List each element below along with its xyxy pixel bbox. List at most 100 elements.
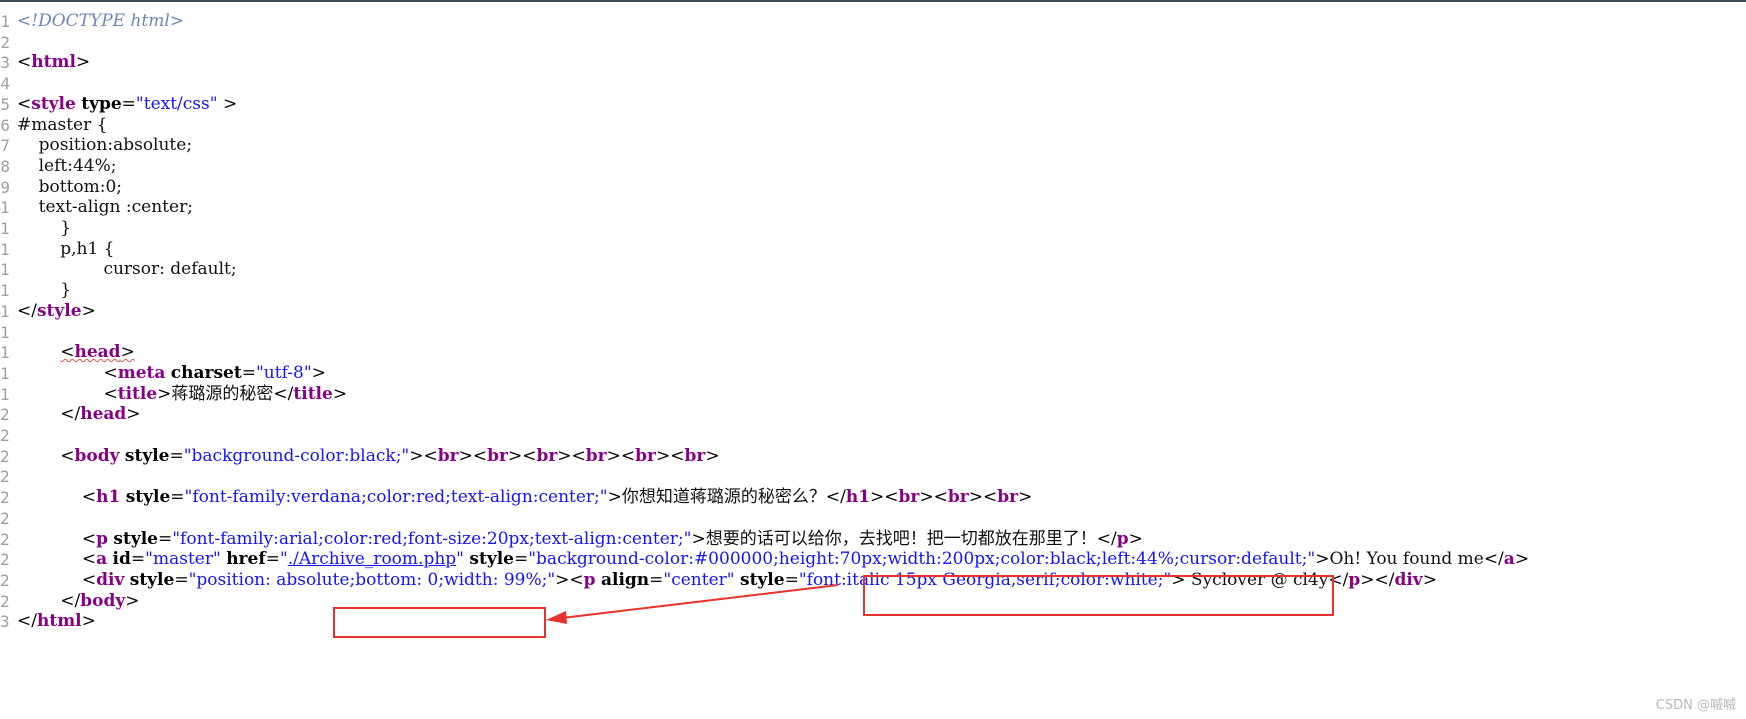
code-token: ><: [409, 445, 438, 466]
code-token: div: [96, 569, 125, 590]
code-token: ><: [555, 569, 584, 590]
code-token: <: [17, 52, 32, 73]
code-text: <div style="position: absolute;bottom: 0…: [17, 569, 1437, 592]
line-number: 25: [0, 508, 10, 528]
code-token: p: [1116, 528, 1129, 549]
line-number: 3: [0, 53, 10, 73]
code-token: style: [125, 487, 171, 508]
line-number: 17: [0, 343, 10, 363]
line-number: 13: [0, 260, 10, 280]
code-token: body: [74, 445, 120, 466]
code-token: <: [81, 549, 97, 570]
code-token: 你想知道蒋璐源的秘密么？: [621, 487, 826, 508]
code-token: title: [293, 383, 333, 404]
code-token: >: [1171, 569, 1186, 590]
code-token: >: [81, 300, 96, 321]
code-text: <body style="background-color:black;"><b…: [17, 445, 719, 468]
code-token: h1: [96, 487, 121, 508]
code-token: }: [17, 218, 72, 238]
code-token: p: [583, 569, 596, 590]
code-token: ><: [458, 445, 488, 466]
line-number: 10: [0, 198, 10, 218]
line-number: 18: [0, 363, 10, 383]
line-number: 24: [0, 488, 10, 508]
code-token: a: [1503, 549, 1515, 570]
line-number: 22: [0, 446, 10, 466]
line-number: 27: [0, 550, 10, 570]
code-token: position:absolute;: [17, 135, 193, 156]
code-token: ": [456, 549, 464, 570]
code-token: div: [1394, 569, 1423, 590]
code-token: >: [125, 590, 140, 611]
code-token: "background-color:black;": [183, 445, 410, 466]
code-token: >: [126, 404, 141, 425]
line-number: 15: [0, 301, 10, 321]
code-text: p,h1 {: [17, 238, 114, 261]
code-token: >: [1422, 569, 1437, 590]
code-token: >: [81, 611, 96, 632]
code-token: </: [17, 300, 37, 321]
code-text: </head>: [17, 403, 141, 426]
code-token: text-align :center;: [17, 197, 193, 218]
line-number: 7: [0, 136, 10, 156]
line-number: 16: [0, 322, 10, 342]
code-token: </: [273, 383, 294, 404]
code-token: ><: [557, 445, 586, 466]
code-token: style: [124, 445, 170, 466]
code-token: style: [113, 528, 158, 549]
code-token: style: [31, 93, 76, 114]
code-token: br: [536, 445, 558, 466]
code-text: <!DOCTYPE html>: [17, 10, 184, 33]
code-token: >: [1018, 487, 1033, 508]
code-token: br: [947, 487, 969, 508]
code-token: =: [130, 549, 146, 570]
code-token: >: [1128, 528, 1143, 549]
code-token: ><: [655, 445, 685, 466]
code-token: <: [81, 487, 97, 508]
code-token: >: [75, 52, 91, 73]
code-text: <title>蒋璐源的秘密</title>: [17, 383, 347, 406]
code-token: style: [129, 569, 175, 590]
code-token: #master {: [17, 114, 108, 135]
code-token: =: [241, 362, 256, 383]
href-link[interactable]: ./Archive_room.php: [288, 549, 456, 569]
line-number: 1: [0, 12, 10, 31]
line-number: 6: [0, 115, 10, 135]
code-text: </body>: [17, 590, 139, 613]
line-number: 29: [0, 591, 10, 611]
code-token: ><: [870, 487, 899, 508]
code-token: <: [103, 383, 118, 404]
code-text: }: [17, 217, 71, 240]
code-text: left:44%;: [17, 155, 117, 178]
code-token: href: [226, 549, 266, 570]
code-token: "font-family:verdana;color:red;text-alig…: [184, 487, 608, 508]
code-token: Syclover @ cl4y: [1185, 569, 1329, 590]
code-text: cursor: default;: [17, 258, 236, 281]
code-token: left:44%;: [17, 155, 117, 176]
line-number: 21: [0, 426, 10, 445]
code-token: </: [60, 590, 81, 611]
code-token: style: [36, 300, 82, 321]
code-token: html: [36, 611, 82, 632]
code-token: id: [112, 549, 131, 570]
code-token: <: [103, 362, 118, 383]
code-token: =: [157, 528, 173, 549]
code-editor[interactable]: 1 <!DOCTYPE html> 2 3 <html> 4 5 <style type="t…: [0, 0, 1746, 719]
code-token: </: [17, 611, 37, 632]
code-token: bottom:0;: [17, 176, 123, 197]
code-text: bottom:0;: [17, 176, 122, 199]
code-token: </: [1096, 528, 1117, 549]
code-text: <style type="text/css" >: [17, 93, 237, 116]
code-token: }: [17, 280, 72, 301]
code-token: =: [513, 549, 529, 570]
line-number: 5: [0, 94, 10, 114]
code-text: text-align :center;: [17, 196, 193, 219]
code-token: br: [585, 445, 607, 466]
code-token: h1: [845, 487, 871, 508]
